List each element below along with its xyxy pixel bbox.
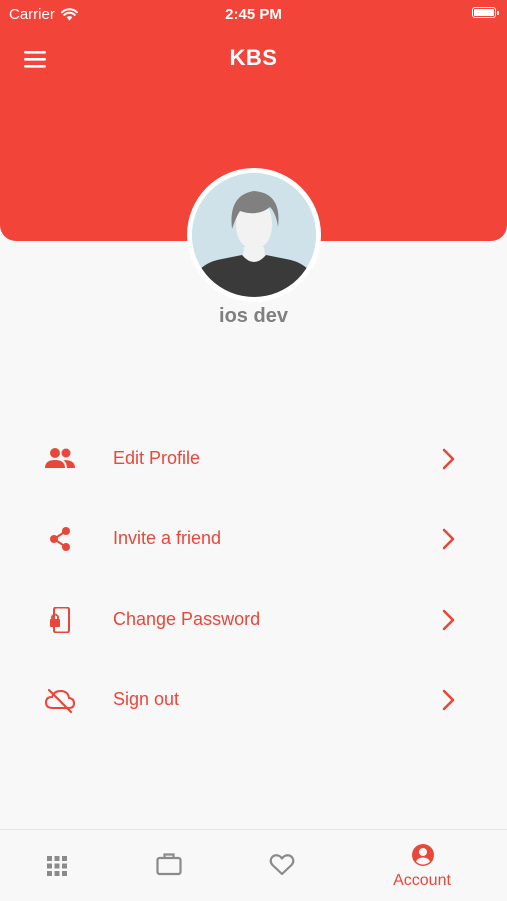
phone-lock-icon: [50, 607, 70, 633]
chevron-right-icon: [442, 609, 455, 631]
account-icon: [412, 844, 434, 866]
people-icon: [45, 448, 75, 468]
cloud-off-icon: [44, 688, 76, 713]
chevron-right-icon: [442, 689, 455, 711]
menu-item-label: Edit Profile: [113, 448, 201, 468]
tab-bar: Account: [0, 829, 507, 901]
menu-item-change-password[interactable]: Change Password: [0, 590, 507, 650]
tab-briefcase[interactable]: [124, 830, 214, 901]
tab-label: Account: [393, 872, 451, 889]
profile-name: ios dev: [219, 305, 288, 327]
menu-item-invite-friend[interactable]: Invite a friend: [0, 509, 507, 569]
menu-item-label: Sign out: [113, 689, 180, 709]
grid-icon: [47, 856, 67, 876]
menu-item-edit-profile[interactable]: Edit Profile: [0, 429, 507, 489]
menu-item-label: Invite a friend: [113, 528, 222, 548]
chevron-right-icon: [442, 528, 455, 550]
app-title: KBS: [229, 45, 278, 70]
menu-item-sign-out[interactable]: Sign out: [0, 670, 507, 730]
avatar-image: [192, 173, 316, 297]
battery-icon: [472, 7, 499, 18]
tab-favorites[interactable]: [236, 830, 326, 901]
avatar[interactable]: [187, 168, 321, 302]
share-icon: [50, 527, 70, 551]
status-time: 2:45 PM: [225, 6, 282, 23]
briefcase-icon: [156, 853, 182, 876]
person-placeholder-icon: [192, 173, 316, 297]
chevron-right-icon: [442, 448, 455, 470]
status-bar: Carrier 2:45 PM: [0, 0, 507, 30]
tab-grid[interactable]: [12, 830, 102, 901]
menu-item-label: Change Password: [113, 609, 261, 629]
tab-account[interactable]: Account: [377, 830, 467, 901]
heart-icon: [269, 854, 295, 876]
